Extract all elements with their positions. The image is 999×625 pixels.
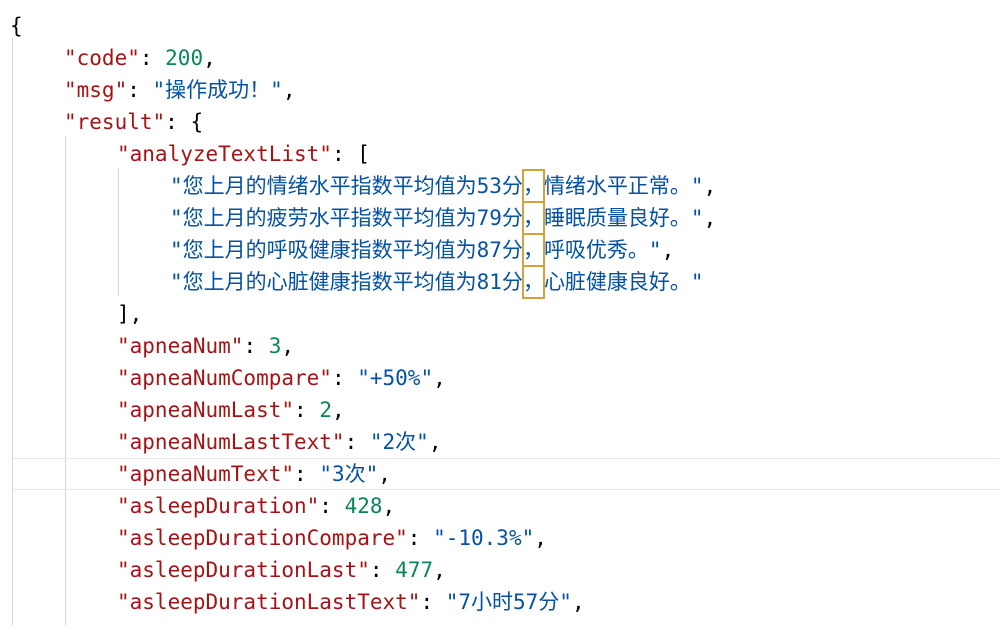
punct: , [428,430,442,454]
json-key: "apneaNumLast" [117,398,295,422]
punct: : [331,142,358,166]
json-key: "analyzeTextList" [117,142,332,166]
punct: , [282,78,296,102]
punct: , [433,366,446,390]
punct: : [139,46,166,70]
punct: : [369,558,396,582]
punct: , [331,398,345,422]
json-key: "apneaNumLastText" [117,430,345,454]
json-key: "asleepDurationCompare" [117,526,408,550]
json-key: "result" [64,110,166,134]
code-line: { [10,10,23,42]
highlighted-comma: ， [521,265,545,299]
json-string: "您上月的呼吸健康指数平均值为87分 [170,238,523,262]
json-key: "code" [64,46,140,70]
punct: , [703,206,717,230]
json-string: "-10.3%" [433,526,535,550]
json-key: "asleepDurationLast" [117,558,370,582]
json-number: 477 [395,558,434,582]
open-bracket: [ [357,142,370,166]
highlighted-comma: ， [521,169,545,203]
json-string: "3次" [319,462,379,486]
array-item-line: "您上月的心脏健康指数平均值为81分，心脏健康良好。" [170,265,704,299]
json-key: "msg" [64,78,128,102]
json-key: "apneaNum" [117,334,244,358]
punct: , [378,462,391,486]
punct: : [165,110,191,134]
code-line: "result": { [64,106,203,138]
json-string: "7小时57分" [445,590,572,614]
punct: : [319,494,345,518]
json-key: "asleepDuration" [117,494,320,518]
code-line: "msg": "操作成功！", [64,74,295,106]
json-key: "apneaNumCompare" [117,366,332,390]
json-string: 睡眠质量良好。" [543,206,704,230]
json-string: 心脏健康良好。" [543,270,704,294]
field-line: "apneaNum": 3, [117,330,294,362]
code-line: "analyzeTextList": [ [117,138,370,170]
punct: : [243,334,269,358]
close-bracket: ], [117,302,143,326]
punct: : [407,526,434,550]
indent-guide [118,168,119,296]
field-line: "asleepDuration": 428, [117,490,395,522]
punct: , [281,334,295,358]
indent-guide [12,38,13,625]
json-key: "asleepDurationLastText" [117,590,421,614]
field-line: "apneaNumLastText": "2次", [117,426,441,458]
json-key: "apneaNumText" [117,462,295,486]
json-string: 呼吸优秀。" [543,238,662,262]
array-item-line: "您上月的呼吸健康指数平均值为87分，呼吸优秀。", [170,233,675,267]
punct: : [294,462,320,486]
highlighted-comma: ， [521,233,545,267]
code-line: ], [117,298,142,330]
punct: : [294,398,320,422]
field-line: "asleepDurationLast": 477, [117,554,446,586]
punct: : [420,590,446,614]
punct: : [344,430,370,454]
json-number: 200 [165,46,204,70]
json-number: 428 [344,494,383,518]
punct: , [203,46,216,70]
json-string: "2次" [369,430,429,454]
punct: , [703,174,717,198]
field-line: "apneaNumCompare": "+50%", [117,362,446,394]
punct: : [331,366,358,390]
json-string: "操作成功！" [152,78,283,102]
field-line: "asleepDurationLastText": "7小时57分", [117,586,585,618]
json-number: 3 [268,334,282,358]
json-number: 2 [319,398,332,422]
json-string: "+50%" [357,366,434,390]
json-editor[interactable]: { "code": 200, "msg": "操作成功！", "result":… [0,0,999,625]
json-string: "您上月的疲劳水平指数平均值为79分 [170,206,523,230]
json-string: 情绪水平正常。" [543,174,704,198]
field-line: "asleepDurationCompare": "-10.3%", [117,522,547,554]
open-brace: { [190,110,204,134]
punct: , [661,238,675,262]
punct: , [382,494,396,518]
json-string: "您上月的心脏健康指数平均值为81分 [170,270,523,294]
punct: : [127,78,153,102]
open-brace: { [10,14,23,38]
array-item-line: "您上月的情绪水平指数平均值为53分，情绪水平正常。", [170,169,717,203]
array-item-line: "您上月的疲劳水平指数平均值为79分，睡眠质量良好。", [170,201,717,235]
punct: , [433,558,446,582]
code-line: "code": 200, [64,42,216,74]
punct: , [534,526,547,550]
highlighted-comma: ， [521,201,545,235]
field-line: "apneaNumLast": 2, [117,394,345,426]
indent-guide [65,136,66,625]
json-string: "您上月的情绪水平指数平均值为53分 [170,174,523,198]
field-line: "apneaNumText": "3次", [117,458,391,490]
punct: , [571,590,585,614]
